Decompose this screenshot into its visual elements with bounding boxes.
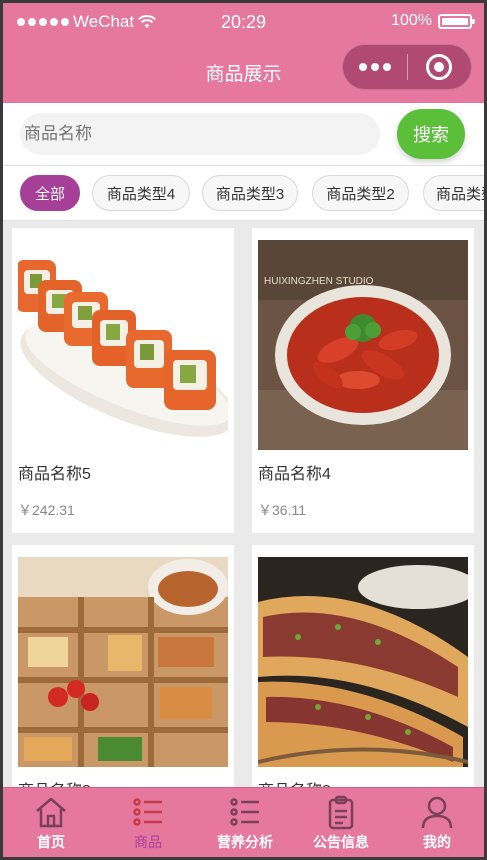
tabbar-item-nutrition[interactable]: 营养分析 [205,794,285,852]
mini-program-capsule [342,44,472,90]
target-icon [426,54,453,80]
tabbar-label: 营养分析 [217,834,273,850]
list-icon [133,798,162,826]
product-price: ￥36.11 [258,502,306,518]
product-image-bento [18,557,228,767]
home-icon [36,797,66,828]
product-name: 商品名称3 [18,777,91,787]
product-card[interactable]: 商品名称5 ￥242.31 [12,228,234,533]
more-menu-button[interactable] [343,63,407,71]
category-tabs: 全部 商品类型4 商品类型3 商品类型2 商品类型1 [3,165,484,221]
tabbar-item-profile[interactable]: 我的 [397,794,477,852]
more-dot-icon [370,63,379,71]
bottom-tab-bar: 首页 商品 营养分析 公告信息 我的 [3,787,484,857]
top-bar: WeChat 20:29 100% 商品展示 [3,3,484,103]
tabbar-label: 公告信息 [313,834,369,850]
tabbar-item-products[interactable]: 商品 [108,794,188,852]
product-price: ￥242.31 [18,502,75,518]
product-image-sushi [18,240,228,450]
product-grid: 商品名称5 ￥242.31 HUIXINGZHEN STUDIO 商品名称4 ￥… [3,221,484,787]
user-icon [421,796,453,829]
product-card[interactable]: 商品名称3 [12,545,234,787]
tabbar-item-home[interactable]: 首页 [11,794,91,852]
search-input[interactable] [20,113,380,155]
search-bar: 搜索 [3,103,484,165]
product-name: 商品名称2 [258,777,331,787]
close-mini-program-button[interactable] [408,54,472,80]
product-image-caption: HUIXINGZHEN STUDIO [264,276,374,287]
tabbar-label: 首页 [37,834,65,850]
tab-type-1[interactable]: 商品类型1 [423,175,484,211]
product-name: 商品名称5 [18,466,91,483]
clipboard-icon [328,795,354,830]
tabbar-label: 商品 [134,834,162,850]
tabbar-label: 我的 [423,834,451,850]
product-image-sandwich [258,557,468,767]
battery-indicator: 100% [391,12,475,30]
search-button[interactable]: 搜索 [397,109,465,159]
product-name: 商品名称4 [258,466,331,483]
tab-all[interactable]: 全部 [20,175,80,211]
phone-frame: WeChat 20:29 100% 商品展示 商品名称 搜索 全部 商品类型4 … [0,0,487,860]
battery-percent: 100% [391,12,432,29]
battery-icon [438,13,475,29]
more-dot-icon [358,63,367,71]
tab-type-4[interactable]: 商品类型4 [92,175,190,211]
product-card[interactable]: 商品名称2 [252,545,474,787]
product-card[interactable]: HUIXINGZHEN STUDIO 商品名称4 ￥36.11 [252,228,474,533]
product-image-crayfish: HUIXINGZHEN STUDIO [258,240,468,450]
status-bar: WeChat 20:29 100% [3,12,484,34]
more-dot-icon [382,63,391,71]
tab-type-2[interactable]: 商品类型2 [312,175,409,211]
tabbar-item-announcements[interactable]: 公告信息 [301,794,381,852]
list-icon [230,798,259,826]
tab-type-3[interactable]: 商品类型3 [202,175,298,211]
